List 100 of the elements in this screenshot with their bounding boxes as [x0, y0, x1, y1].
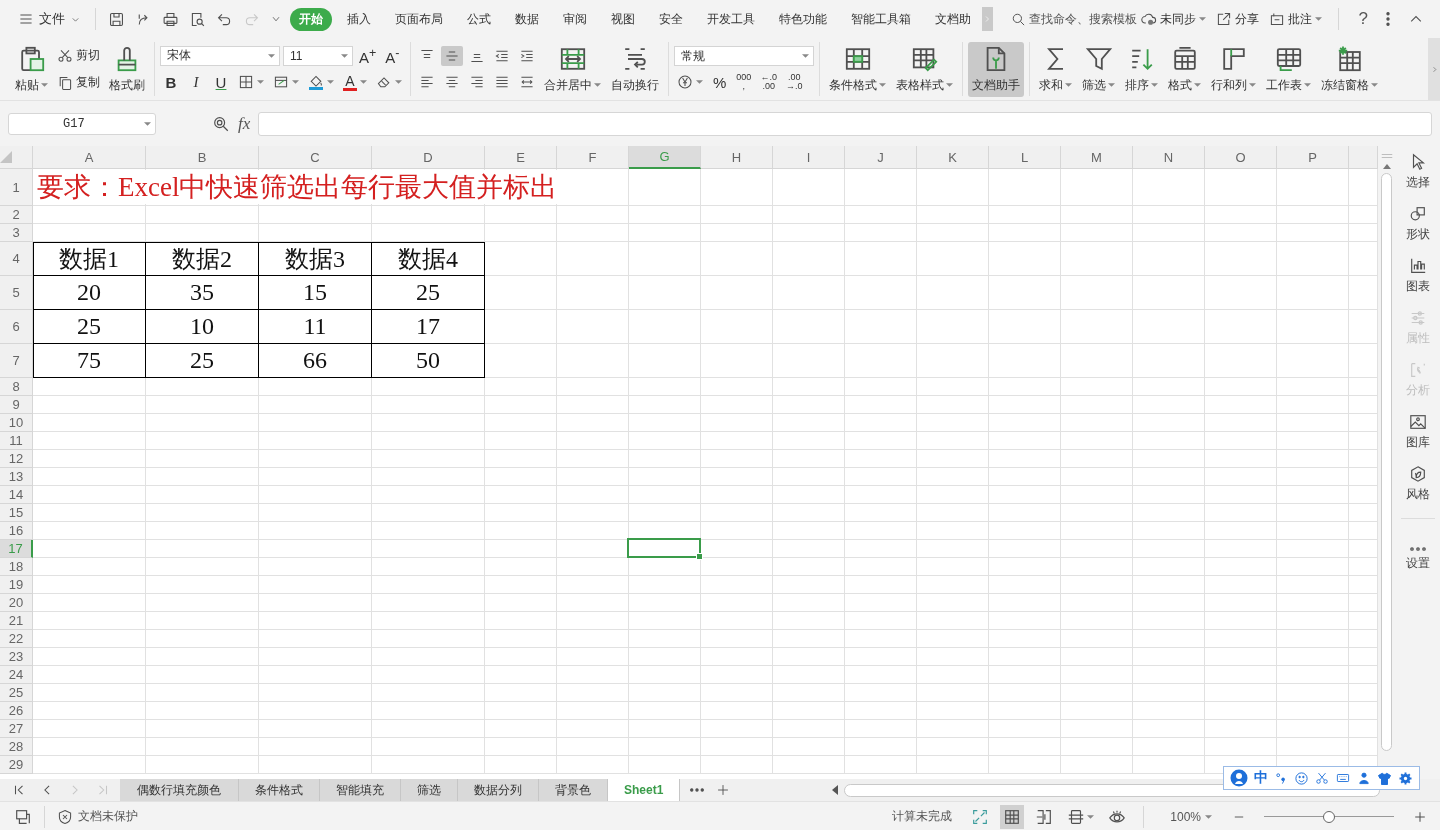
person-icon[interactable] [1357, 771, 1371, 785]
active-cell[interactable] [627, 538, 701, 558]
row-header[interactable]: 12 [0, 450, 33, 468]
column-header[interactable]: O [1205, 146, 1277, 169]
font-style-button[interactable]: U [210, 73, 232, 91]
column-header[interactable]: J [845, 146, 917, 169]
more-icon[interactable] [690, 787, 705, 793]
sidebar-item[interactable]: 图库 [1405, 406, 1430, 458]
number-format-select[interactable]: 常规 [674, 46, 814, 66]
ribbon-button[interactable]: 排序 [1121, 41, 1162, 97]
row-header[interactable]: 22 [0, 630, 33, 648]
view-mode-button[interactable] [1000, 804, 1025, 829]
ribbon-button[interactable]: 格式 [1164, 41, 1205, 97]
first-sheet-icon[interactable] [12, 783, 26, 797]
split-handle-icon[interactable] [1380, 152, 1393, 160]
row-header[interactable]: 15 [0, 504, 33, 522]
smiley-icon[interactable] [1294, 770, 1309, 786]
ribbon-tab[interactable]: 安全 [650, 7, 692, 31]
decrease-decimal-button[interactable]: .00 →.0 [782, 73, 806, 91]
row-header[interactable]: 23 [0, 648, 33, 666]
column-header[interactable]: E [485, 146, 557, 169]
sheet-tab[interactable]: 偶数行填充颜色 [120, 779, 239, 801]
sheet-list-icon[interactable] [14, 807, 32, 826]
font-style-button[interactable]: I [185, 73, 207, 91]
scroll-left-icon[interactable] [832, 785, 839, 795]
toolbar-action[interactable]: 分享 [1215, 10, 1259, 28]
ribbon-tab[interactable]: 开发工具 [698, 7, 764, 31]
row-header[interactable]: 9 [0, 396, 33, 414]
row-header[interactable]: 2 [0, 206, 33, 224]
command-search[interactable]: 查找命令、搜索模板 [1008, 7, 1139, 31]
copy-button[interactable]: 复制 [54, 72, 103, 93]
ribbon-button[interactable]: 条件格式 [825, 41, 890, 97]
punctuation-icon[interactable] [1274, 771, 1288, 785]
column-header[interactable]: H [701, 146, 773, 169]
row-header[interactable]: 8 [0, 378, 33, 396]
row-header[interactable]: 19 [0, 576, 33, 594]
column-header[interactable]: I [773, 146, 845, 169]
slider-thumb[interactable] [1323, 810, 1335, 823]
sheet-tab[interactable]: 数据分列 [458, 779, 539, 801]
scrollbar-thumb[interactable] [1381, 173, 1392, 751]
cut-button[interactable]: 剪切 [54, 45, 103, 66]
gear-icon[interactable] [1398, 770, 1413, 786]
font-size-button[interactable]: A$^{-}$ [382, 45, 403, 66]
ribbon-tab[interactable]: 智能工具箱 [842, 7, 920, 31]
column-header[interactable]: L [989, 146, 1061, 169]
ribbon-button[interactable]: 筛选 [1078, 41, 1119, 97]
row-header[interactable]: 20 [0, 594, 33, 612]
row-header[interactable]: 5 [0, 276, 33, 310]
row-header[interactable]: 18 [0, 558, 33, 576]
column-header[interactable]: B [146, 146, 259, 169]
column-header[interactable]: P [1277, 146, 1349, 169]
font-style-button[interactable]: B [160, 73, 182, 91]
row-header[interactable]: 29 [0, 756, 33, 774]
row-header[interactable]: 26 [0, 702, 33, 720]
input-mode-label[interactable]: 中 [1254, 769, 1268, 787]
column-header[interactable]: A [33, 146, 146, 169]
sheet-tab[interactable]: 背景色 [539, 779, 608, 801]
ribbon-tab[interactable]: 公式 [458, 7, 500, 31]
formula-input[interactable] [258, 111, 1432, 136]
sheet-tab[interactable]: 筛选 [401, 779, 458, 801]
format-painter-button[interactable]: 格式刷 [105, 41, 149, 97]
toolbar-action[interactable]: 批注 [1268, 10, 1322, 28]
sidebar-item[interactable]: 设置 [1405, 533, 1430, 585]
help-button[interactable]: ? [1354, 9, 1372, 29]
ribbon-button[interactable]: 行和列 [1207, 41, 1260, 97]
ribbon-tab[interactable]: 特色功能 [770, 7, 836, 31]
row-header[interactable]: 14 [0, 486, 33, 504]
column-header[interactable]: K [917, 146, 989, 169]
file-menu[interactable]: 文件 [12, 6, 87, 32]
ribbon-button[interactable]: 文档助手 [968, 41, 1024, 97]
sidebar-item[interactable]: 选择 [1405, 146, 1430, 198]
sidebar-item[interactable]: 风格 [1405, 458, 1430, 510]
ribbon-tab[interactable]: 页面布局 [386, 7, 452, 31]
ribbon-button[interactable]: 求和 [1035, 41, 1076, 97]
function-label[interactable]: fx [238, 113, 251, 134]
font-size-select[interactable]: 11 [283, 45, 353, 66]
name-box[interactable]: G17 [8, 112, 156, 135]
scissors-icon[interactable] [1315, 771, 1329, 785]
row-header[interactable]: 11 [0, 432, 33, 450]
ribbon-button[interactable]: 工作表 [1262, 41, 1315, 97]
increase-decimal-button[interactable]: ←.0 .00 [757, 73, 780, 91]
row-header[interactable]: 25 [0, 684, 33, 702]
sidebar-item[interactable]: 形状 [1405, 198, 1430, 250]
merge-center-button[interactable]: 合并居中 [540, 41, 605, 97]
ribbon-tab[interactable]: 审阅 [554, 7, 596, 31]
paste-button[interactable]: 粘贴 [11, 41, 52, 97]
sidebar-item[interactable]: 图表 [1405, 250, 1430, 302]
row-header[interactable]: 1 [0, 169, 33, 206]
ribbon-tab[interactable]: 文档助 [926, 7, 980, 31]
ribbon-button[interactable]: 冻结窗格 [1317, 41, 1382, 97]
wrap-text-button[interactable]: 自动换行 [607, 41, 663, 97]
row-header[interactable]: 10 [0, 414, 33, 432]
row-header[interactable]: 28 [0, 738, 33, 756]
sheet-tab[interactable]: 智能填充 [320, 779, 401, 801]
font-color-button[interactable]: A [340, 71, 370, 93]
ribbon-button[interactable]: 表格样式 [892, 41, 957, 97]
column-header[interactable]: C [259, 146, 372, 169]
row-header[interactable]: 3 [0, 224, 33, 242]
row-header[interactable]: 27 [0, 720, 33, 738]
font-size-button[interactable]: A$^{+}$ [356, 45, 380, 66]
